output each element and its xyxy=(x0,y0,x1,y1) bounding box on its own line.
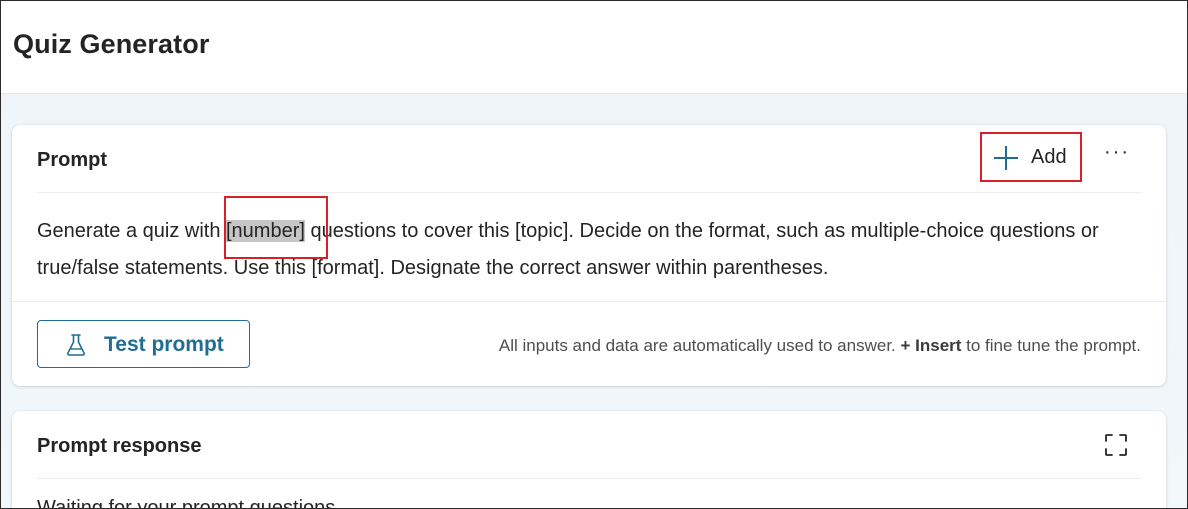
plus-icon xyxy=(994,146,1018,170)
prompt-response-title: Prompt response xyxy=(37,435,202,457)
test-prompt-button[interactable]: Test prompt xyxy=(37,320,250,368)
prompt-header-divider xyxy=(37,192,1141,193)
add-button[interactable]: Add xyxy=(980,132,1082,182)
prompt-card: Prompt Add ··· Generate a quiz with [num… xyxy=(12,125,1166,386)
response-header-divider xyxy=(37,478,1141,479)
prompt-response-card: Prompt response Waiting for your prompt … xyxy=(12,411,1166,509)
prompt-card-title: Prompt xyxy=(37,149,107,171)
prompt-text-start: Generate a quiz with xyxy=(37,220,226,242)
app-header: Quiz Generator xyxy=(1,1,1187,94)
app-window: Quiz Generator Prompt Add ··· Generate a… xyxy=(0,0,1188,509)
prompt-token-number[interactable]: [number] xyxy=(226,220,305,242)
test-prompt-label: Test prompt xyxy=(104,333,224,356)
page-title: Quiz Generator xyxy=(13,29,210,59)
hint-insert-keyword: + Insert xyxy=(900,336,962,355)
more-options-button[interactable]: ··· xyxy=(1100,141,1134,169)
hint-text-end: to fine tune the prompt. xyxy=(961,336,1141,355)
add-button-label: Add xyxy=(1031,146,1067,168)
hint-text-start: All inputs and data are automatically us… xyxy=(498,336,901,355)
prompt-hint-text: All inputs and data are automatically us… xyxy=(499,336,1141,356)
prompt-text[interactable]: Generate a quiz with [number] questions … xyxy=(37,213,1147,287)
more-horizontal-icon: ··· xyxy=(1104,141,1130,163)
expand-icon[interactable] xyxy=(1104,433,1128,457)
response-text: Waiting for your prompt questions... xyxy=(37,497,352,509)
prompt-body-divider xyxy=(12,301,1166,302)
flask-icon xyxy=(67,334,85,356)
